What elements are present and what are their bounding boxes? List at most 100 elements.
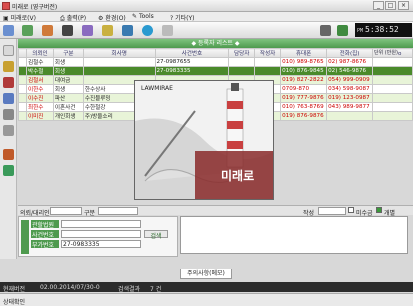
- folder-icon[interactable]: [3, 61, 14, 72]
- menu-settings-label: 환경(O): [105, 15, 126, 22]
- status-bar-bottom: 상태확인: [0, 293, 413, 306]
- cell-phone: 054) 999-0909: [326, 75, 374, 85]
- help-icon: [162, 25, 173, 36]
- toolbar-btn-grid[interactable]: [122, 24, 133, 37]
- search-icon: [22, 25, 33, 36]
- cell-no: [372, 111, 413, 121]
- unpaid-checkbox[interactable]: [348, 207, 354, 213]
- menu-tools[interactable]: ✎ Tools: [132, 13, 154, 20]
- clock-time: 5:38:52: [365, 25, 399, 34]
- col-writer[interactable]: 작성자: [254, 48, 282, 58]
- key-icon: [337, 25, 348, 36]
- sub-no-label: 부가번호: [31, 240, 59, 249]
- result-label: 검색결과: [118, 286, 141, 293]
- col-phone[interactable]: 전화(집): [326, 48, 374, 58]
- toolbar-btn-sms[interactable]: [82, 24, 93, 37]
- cell-phone: 034) 598-9087: [326, 84, 374, 94]
- calendar-icon: [42, 25, 53, 36]
- cell-no: [372, 93, 413, 103]
- cell-type: 대여금: [52, 75, 84, 85]
- menu-mirae[interactable]: ▣ 미래로(V): [3, 13, 36, 22]
- case-no-label: 사건번호: [31, 230, 59, 239]
- cell-mobile: 019) 777-9876: [280, 93, 328, 103]
- close-button[interactable]: ×: [398, 1, 409, 10]
- toolbar-btn-monitor[interactable]: [320, 24, 331, 37]
- splash-label: LAWMIRAE: [141, 85, 173, 92]
- col-manager[interactable]: 담당자: [228, 48, 256, 58]
- cell-name: 박수철: [25, 66, 54, 76]
- sms-icon: [82, 25, 93, 36]
- individual-checkbox[interactable]: [376, 207, 382, 213]
- maximize-button[interactable]: □: [385, 1, 396, 10]
- toolbar-btn-memo[interactable]: [102, 24, 113, 37]
- type-filter-select[interactable]: [98, 207, 138, 215]
- cell-flag: [18, 102, 27, 112]
- minimize-button[interactable]: _: [373, 1, 384, 10]
- cell-name: 최한수: [25, 102, 54, 112]
- col-mobile[interactable]: 휴대폰: [280, 48, 328, 58]
- export-icon[interactable]: [3, 125, 14, 136]
- cell-mobile: 019) 876-9876: [280, 111, 328, 121]
- col-client[interactable]: 의뢰인: [25, 48, 54, 58]
- cell-type: 이혼사건: [52, 102, 84, 112]
- sub-no-value[interactable]: 27-0983335: [61, 240, 141, 248]
- table-row[interactable]: 박수철 회생 27-0983335 010) 876-9845 02) 546-9876: [18, 66, 413, 76]
- memo-tab[interactable]: 주의사항(메모): [180, 269, 232, 279]
- settings-icon: ⚙: [98, 15, 104, 22]
- case-detail-panel: 관할법원 사건번호 검색 부가번호 27-0983335: [18, 216, 178, 257]
- cell-flag: [18, 75, 27, 85]
- cell-name: 김철서: [25, 75, 54, 85]
- cell-no: [372, 75, 413, 85]
- cell-flag: [18, 66, 27, 76]
- col-flag[interactable]: [18, 48, 27, 58]
- cell-manager: [228, 57, 256, 67]
- col-company[interactable]: 회사명: [82, 48, 156, 58]
- cell-case: 27-0987655: [154, 57, 230, 67]
- writer-filter-select[interactable]: [318, 207, 346, 215]
- save-icon[interactable]: [3, 93, 14, 104]
- pen-icon[interactable]: [3, 149, 14, 160]
- cell-no: [372, 84, 413, 94]
- client-filter-input[interactable]: [50, 207, 82, 215]
- cell-phone: [326, 111, 374, 121]
- toolbar-btn-users[interactable]: [3, 24, 14, 37]
- cell-type: 회생: [52, 66, 84, 76]
- print-icon[interactable]: [3, 109, 14, 120]
- printer-icon: ⎙: [60, 15, 65, 22]
- new-doc-icon[interactable]: [3, 45, 14, 56]
- court-label: 관할법원: [31, 220, 59, 229]
- cell-phone: 043) 989-9877: [326, 102, 374, 112]
- toolbar-btn-phone[interactable]: [62, 24, 73, 37]
- cell-company: [82, 57, 156, 67]
- splash-image: LAWMIRAE 미래로: [134, 80, 274, 200]
- toolbar-btn-help[interactable]: [162, 24, 173, 37]
- refresh-icon[interactable]: [3, 165, 14, 176]
- menu-etc[interactable]: ? 기타(Y): [170, 13, 195, 22]
- menu-mirae-label: 미래로(V): [10, 15, 36, 22]
- col-case[interactable]: 사건번호: [154, 48, 230, 58]
- case-panel-tag: [21, 220, 29, 254]
- menu-bar: ▣ 미래로(V) ⎙ 출력(P) ⚙ 환경(O) ✎ Tools ? 기타(Y): [0, 12, 413, 22]
- court-input[interactable]: [61, 220, 141, 228]
- toolbar-btn-key[interactable]: [337, 24, 348, 37]
- cell-flag: [18, 93, 27, 103]
- col-type[interactable]: 구분: [52, 48, 84, 58]
- tools-icon: ✎: [132, 13, 138, 20]
- grid-icon: [122, 25, 133, 36]
- delete-icon[interactable]: [3, 77, 14, 88]
- table-row[interactable]: 김철수 회생 27-0987655 010) 989-8765 02) 987-8676: [18, 57, 413, 67]
- case-search-button[interactable]: 검색: [144, 230, 168, 240]
- case-no-input[interactable]: [61, 230, 141, 238]
- cell-type: 회생: [52, 84, 84, 94]
- memo-textarea[interactable]: [180, 216, 408, 254]
- status-bar: 현재버전 02.00.2014/07/30-0 검색결과 7 건: [0, 282, 413, 293]
- menu-settings[interactable]: ⚙ 환경(O): [98, 13, 126, 22]
- toolbar-btn-web[interactable]: [142, 24, 153, 37]
- cell-phone: 02) 546-9876: [326, 66, 374, 76]
- cell-name: 이한수: [25, 84, 54, 94]
- cell-company: [82, 66, 156, 76]
- toolbar-btn-search[interactable]: [22, 24, 33, 37]
- toolbar-btn-calendar[interactable]: [42, 24, 53, 37]
- list-title-bar: ◆ 등록자 리스트 ◆: [18, 39, 413, 48]
- doc-icon: ▣: [3, 15, 9, 22]
